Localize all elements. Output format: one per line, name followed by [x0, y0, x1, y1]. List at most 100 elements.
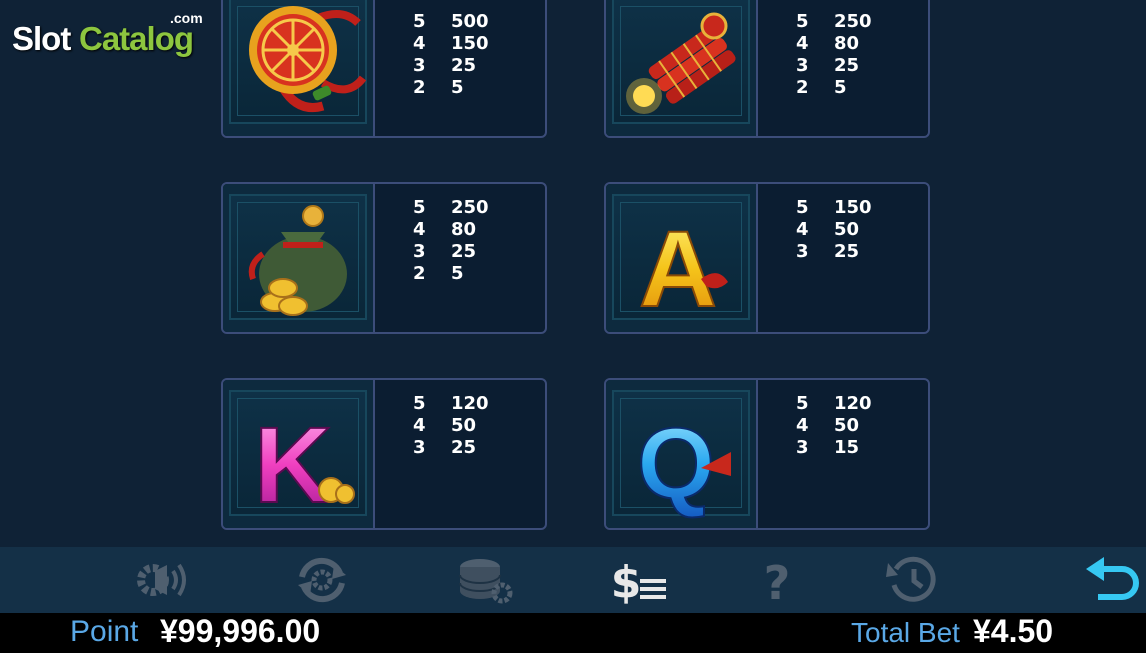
- bet-settings-button[interactable]: [452, 555, 516, 605]
- pay-value: 25: [451, 436, 477, 458]
- pay-count: 5: [796, 10, 809, 32]
- history-button[interactable]: [882, 555, 946, 605]
- pay-value: 150: [451, 32, 489, 54]
- pay-count: 4: [413, 414, 426, 436]
- pay-count: 4: [413, 32, 426, 54]
- logo-text-slot: Slot: [12, 20, 71, 57]
- pay-row: 25: [413, 262, 489, 284]
- pay-count: 4: [796, 414, 809, 436]
- pay-list: 5 250 4 80 3 25 25: [413, 196, 489, 284]
- symbol-tile: A: [606, 184, 758, 332]
- slotcatalog-logo: Slot Catalog .com: [12, 8, 222, 58]
- money-bag-icon: [248, 205, 347, 316]
- pay-row: 3 25: [413, 436, 489, 458]
- pay-value: 250: [834, 10, 872, 32]
- autoplay-icon: [298, 557, 346, 603]
- symbol-tile: [606, 0, 758, 136]
- sound-settings-icon: [137, 563, 186, 597]
- paytable-card-q: Q 5 120 4 50 3 15: [604, 378, 930, 530]
- total-bet-label: Total Bet: [851, 617, 960, 648]
- pay-row: 4 50: [796, 218, 872, 240]
- paytable-card-a: A 5 150 4 50 3 25: [604, 182, 930, 334]
- pay-list: 5 120 4 50 3 15: [796, 392, 872, 458]
- status-bar: Point ¥99,996.00 Total Bet ¥4.50: [0, 613, 1146, 653]
- pay-value: 5: [834, 76, 847, 98]
- pay-value: 50: [451, 414, 477, 436]
- paytable-button[interactable]: $: [606, 555, 670, 608]
- point-label: Point: [70, 615, 139, 648]
- logo-text-com: .com: [170, 10, 203, 26]
- symbol-tile: K: [223, 380, 375, 528]
- pay-value: 25: [834, 54, 860, 76]
- pay-value: 250: [451, 196, 489, 218]
- paytable-card-money-bag: 5 250 4 80 3 25 25: [221, 182, 547, 334]
- pay-count: 3: [413, 436, 426, 458]
- pay-count: 5: [413, 196, 426, 218]
- pay-value: 15: [834, 436, 860, 458]
- symbol-tile: Q: [606, 380, 758, 528]
- autoplay-button[interactable]: [290, 555, 354, 605]
- back-button[interactable]: [1078, 555, 1142, 605]
- letter-k-glyph: K: [254, 404, 332, 525]
- letter-k-icon: K: [253, 403, 355, 526]
- paytable-icon: $: [611, 557, 666, 608]
- help-button[interactable]: ?: [745, 555, 809, 610]
- letter-q-glyph: Q: [637, 408, 715, 520]
- pay-count: 2: [413, 76, 426, 98]
- pay-value: 120: [834, 392, 872, 414]
- paytable-card-wheel: 5 500 4 150 3 25 25: [221, 0, 547, 138]
- pay-row: 25: [413, 76, 489, 98]
- chips-bet-settings-icon: [459, 559, 513, 604]
- pay-value: 500: [451, 10, 489, 32]
- svg-text:?: ?: [764, 556, 791, 605]
- letter-a-glyph: A: [639, 208, 717, 329]
- pay-value: 5: [451, 262, 464, 284]
- pay-list: 5 250 4 80 3 25 25: [796, 10, 872, 98]
- pay-count: 3: [796, 54, 809, 76]
- pay-row: 5 120: [796, 392, 872, 414]
- pay-count: 5: [413, 10, 426, 32]
- pay-row: 5 120: [413, 392, 489, 414]
- pay-row: 3 25: [413, 240, 489, 262]
- pay-count: 2: [796, 76, 809, 98]
- sound-settings-button[interactable]: [133, 555, 197, 605]
- pay-value: 25: [451, 240, 477, 262]
- pay-value: 25: [451, 54, 477, 76]
- pay-value: 120: [451, 392, 489, 414]
- pay-row: 5 150: [796, 196, 872, 218]
- pay-row: 3 25: [796, 54, 872, 76]
- pay-count: 5: [796, 196, 809, 218]
- pay-row: 4 150: [413, 32, 489, 54]
- pay-value: 25: [834, 240, 860, 262]
- pay-row: 5 250: [413, 196, 489, 218]
- pay-count: 3: [796, 436, 809, 458]
- pay-count: 3: [413, 54, 426, 76]
- pay-row: 25: [796, 76, 872, 98]
- pay-value: 150: [834, 196, 872, 218]
- pay-value: 80: [451, 218, 477, 240]
- pay-count: 2: [413, 262, 426, 284]
- pay-count: 5: [413, 392, 426, 414]
- back-icon: [1086, 557, 1139, 600]
- paytable-card-firecrackers: 5 250 4 80 3 25 25: [604, 0, 930, 138]
- golden-wheel-ornament-icon: [249, 6, 367, 112]
- symbol-tile: [223, 0, 375, 136]
- pay-list: 5 120 4 50 3 25: [413, 392, 489, 458]
- total-bet-value: ¥4.50: [973, 613, 1054, 649]
- pay-row: 4 80: [796, 32, 872, 54]
- svg-text:$: $: [611, 557, 642, 605]
- pay-count: 4: [413, 218, 426, 240]
- history-icon: [886, 556, 936, 602]
- point-balance: ¥99,996.00: [160, 613, 321, 649]
- pay-value: 5: [451, 76, 464, 98]
- symbol-tile: [223, 184, 375, 332]
- pay-row: 4 50: [413, 414, 489, 436]
- firecrackers-icon: [626, 12, 736, 114]
- pay-row: 4 80: [413, 218, 489, 240]
- pay-row: 3 25: [413, 54, 489, 76]
- pay-count: 4: [796, 32, 809, 54]
- game-toolbar: $ ?: [0, 547, 1146, 613]
- pay-value: 80: [834, 32, 860, 54]
- pay-value: 50: [834, 218, 860, 240]
- pay-count: 3: [796, 240, 809, 262]
